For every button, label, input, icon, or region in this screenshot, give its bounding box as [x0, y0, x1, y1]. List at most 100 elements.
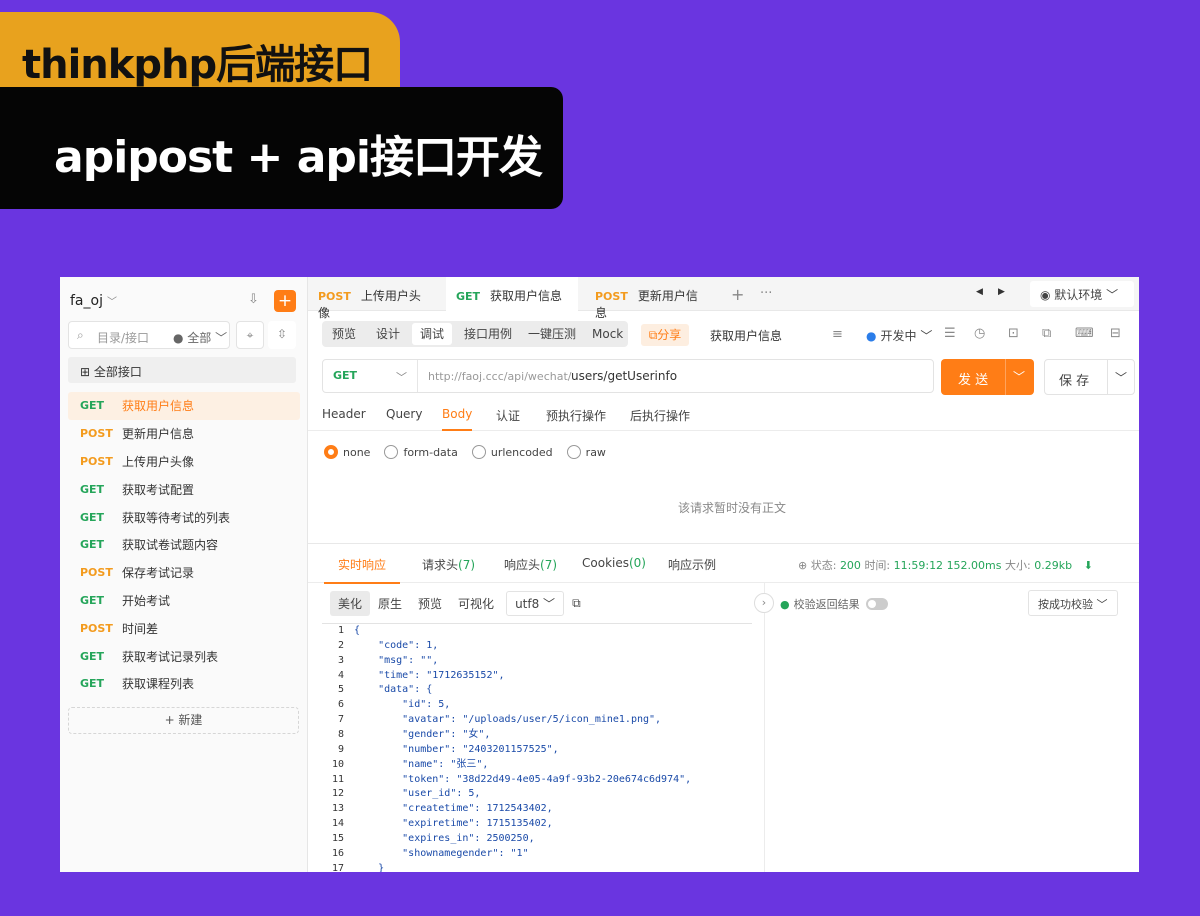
- sidebar-item-label: 获取等待考试的列表: [122, 510, 231, 525]
- subtab-post[interactable]: 后执行操作: [630, 407, 690, 431]
- add-tab-icon[interactable]: +: [731, 285, 744, 304]
- url-path-input[interactable]: users/getUserinfo: [571, 369, 677, 383]
- sidebar-item[interactable]: POST 更新用户信息: [68, 420, 300, 448]
- radio-urlencoded[interactable]: urlencoded: [471, 445, 553, 459]
- subtab-body[interactable]: Body: [442, 407, 473, 431]
- sidebar-item-label: 时间差: [122, 621, 159, 636]
- tab-get-userinfo[interactable]: GET 获取用户信息: [446, 277, 578, 311]
- chevron-down-icon: ﹀: [1115, 371, 1128, 385]
- request-subtabs: Header Query Body 认证 预执行操作 后执行操作: [308, 401, 1139, 431]
- fmt-raw[interactable]: 原生: [370, 591, 410, 616]
- scroll-left-icon[interactable]: ◀: [976, 287, 983, 297]
- search-input[interactable]: ⌕ 目录/接口 ● 全部 ﹀: [68, 321, 230, 349]
- scroll-right-icon[interactable]: ▶: [998, 287, 1005, 297]
- code-line: 14 "expiretime": 1715135402,: [331, 818, 553, 830]
- send-button[interactable]: 发 送 ﹀: [941, 359, 1034, 395]
- api-list: GET 获取用户信息 POST 更新用户信息 POST 上传用户头像 GET 获取考试配置 GE…: [68, 392, 300, 698]
- save-button[interactable]: 保 存 ﹀: [1044, 359, 1135, 395]
- success-check-select[interactable]: 按成功校验 ﹀: [1028, 590, 1118, 616]
- sidebar-item[interactable]: GET 开始考试: [68, 587, 300, 615]
- tab-mock[interactable]: Mock: [584, 323, 631, 345]
- tab-upload-avatar[interactable]: POST 上传用户头像: [308, 277, 440, 320]
- tab-debug[interactable]: 调试: [412, 323, 453, 345]
- chevron-right-icon[interactable]: ›: [754, 593, 774, 613]
- radio-raw[interactable]: raw: [566, 445, 606, 459]
- sidebar-item[interactable]: GET 获取用户信息: [68, 392, 300, 420]
- status-select[interactable]: ● 开发中 ﹀: [866, 327, 932, 344]
- code-icon[interactable]: ⌨: [1075, 326, 1094, 341]
- sidebar-item[interactable]: GET 获取课程列表: [68, 670, 300, 698]
- radio-form-data[interactable]: form-data: [384, 445, 458, 459]
- method-badge: POST: [80, 427, 113, 441]
- env-selector[interactable]: ◉ 默认环境 ﹀: [1030, 281, 1134, 307]
- code-line: 16 "shownamegender": "1": [331, 847, 529, 859]
- download-icon[interactable]: ⬇: [1084, 559, 1093, 572]
- api-name[interactable]: 获取用户信息: [710, 327, 782, 344]
- import-icon[interactable]: ⇩: [248, 292, 259, 307]
- banner-subtitle: apipost + api接口开发: [54, 132, 543, 183]
- radio-none[interactable]: none: [324, 445, 370, 459]
- history-icon[interactable]: ◷: [974, 326, 985, 341]
- fmt-pretty[interactable]: 美化: [330, 590, 371, 616]
- locate-icon[interactable]: ⌖: [236, 321, 264, 349]
- tab-design[interactable]: 设计: [368, 323, 408, 345]
- edit-icon[interactable]: ≡: [832, 327, 843, 342]
- sidebar-item-label: 获取课程列表: [122, 677, 195, 692]
- sidebar-item[interactable]: GET 获取考试记录列表: [68, 642, 300, 670]
- tab-resp-example[interactable]: 响应示例: [668, 556, 716, 584]
- code-line: 15 "expires_in": 2500250,: [331, 833, 535, 845]
- tab-req-headers[interactable]: 请求头(7): [422, 556, 475, 584]
- response-code: 1{2 "code": 1, 3 "msg": "", 4 "time": "171…: [322, 623, 752, 872]
- tab-update-userinfo[interactable]: POST 更新用户信息: [585, 277, 717, 320]
- collapse-icon[interactable]: ⇳: [268, 321, 296, 349]
- filter-select[interactable]: ● 全部 ﹀: [173, 329, 227, 346]
- method-select[interactable]: GET ﹀: [323, 360, 418, 392]
- chevron-down-icon: ﹀: [106, 297, 117, 308]
- add-button[interactable]: +: [274, 290, 296, 312]
- sidebar-item-label: 更新用户信息: [122, 427, 195, 442]
- tab-stress[interactable]: 一键压测: [520, 323, 584, 345]
- format-bar: 美化 原生 预览 可视化 utf8 ﹀ ⧉: [330, 590, 589, 616]
- code-line: 5 "data": {: [337, 684, 433, 696]
- more-icon[interactable]: ···: [760, 286, 772, 301]
- subtab-auth[interactable]: 认证: [496, 407, 520, 431]
- copy-icon[interactable]: ⧉: [1042, 326, 1051, 341]
- code-line: 17 }: [331, 862, 385, 872]
- fmt-preview[interactable]: 预览: [410, 591, 450, 616]
- sidebar-item-label: 上传用户头像: [122, 454, 195, 469]
- sidebar-item[interactable]: GET 获取等待考试的列表: [68, 503, 300, 531]
- method-badge: GET: [80, 538, 105, 552]
- export-icon[interactable]: ⊟: [1110, 326, 1121, 341]
- tab-resp-headers[interactable]: 响应头(7): [504, 556, 557, 584]
- new-button[interactable]: + 新建: [68, 707, 299, 734]
- eye-icon: ◉: [1040, 288, 1055, 302]
- sidebar-item-label: 获取考试记录列表: [122, 649, 219, 664]
- lock-icon[interactable]: ⊡: [1008, 326, 1019, 341]
- sidebar-item[interactable]: POST 保存考试记录: [68, 559, 300, 587]
- tab-cookies[interactable]: Cookies(0): [582, 556, 646, 584]
- sidebar-item[interactable]: GET 获取考试配置: [68, 475, 300, 503]
- subtab-pre[interactable]: 预执行操作: [546, 407, 606, 431]
- sidebar-item[interactable]: POST 上传用户头像: [68, 448, 300, 476]
- code-line: 8 "gender": "女",: [337, 729, 491, 741]
- all-api-folder[interactable]: ⊞ 全部接口: [68, 357, 296, 383]
- sidebar-item-label: 保存考试记录: [122, 566, 195, 581]
- sidebar-item[interactable]: GET 获取试卷试题内容: [68, 531, 300, 559]
- method-badge: GET: [80, 649, 105, 663]
- fmt-visual[interactable]: 可视化: [450, 591, 502, 616]
- share-button[interactable]: ⧉分享: [641, 324, 689, 346]
- sidebar-item[interactable]: POST 时间差: [68, 614, 300, 642]
- encoding-select[interactable]: utf8 ﹀: [506, 590, 565, 616]
- sidebar-item-label: 获取用户信息: [122, 399, 195, 414]
- verify-toggle[interactable]: ● 校验返回结果: [780, 596, 888, 612]
- subtab-header[interactable]: Header: [322, 407, 366, 431]
- tab-cases[interactable]: 接口用例: [456, 323, 520, 345]
- base-url: http://faoj.ccc/api/wechat/: [428, 370, 572, 383]
- project-selector[interactable]: fa_oj ﹀: [70, 293, 117, 309]
- subtab-query[interactable]: Query: [386, 407, 422, 431]
- list-icon[interactable]: ☰: [944, 326, 956, 341]
- copy-icon[interactable]: ⧉: [564, 592, 589, 615]
- sidebar: fa_oj ﹀ ⇩ + ⌕ 目录/接口 ● 全部 ﹀ ⌖ ⇳ ⊞ 全部接口 GET…: [60, 277, 308, 872]
- tab-preview[interactable]: 预览: [324, 323, 364, 345]
- tab-realtime[interactable]: 实时响应: [324, 556, 401, 584]
